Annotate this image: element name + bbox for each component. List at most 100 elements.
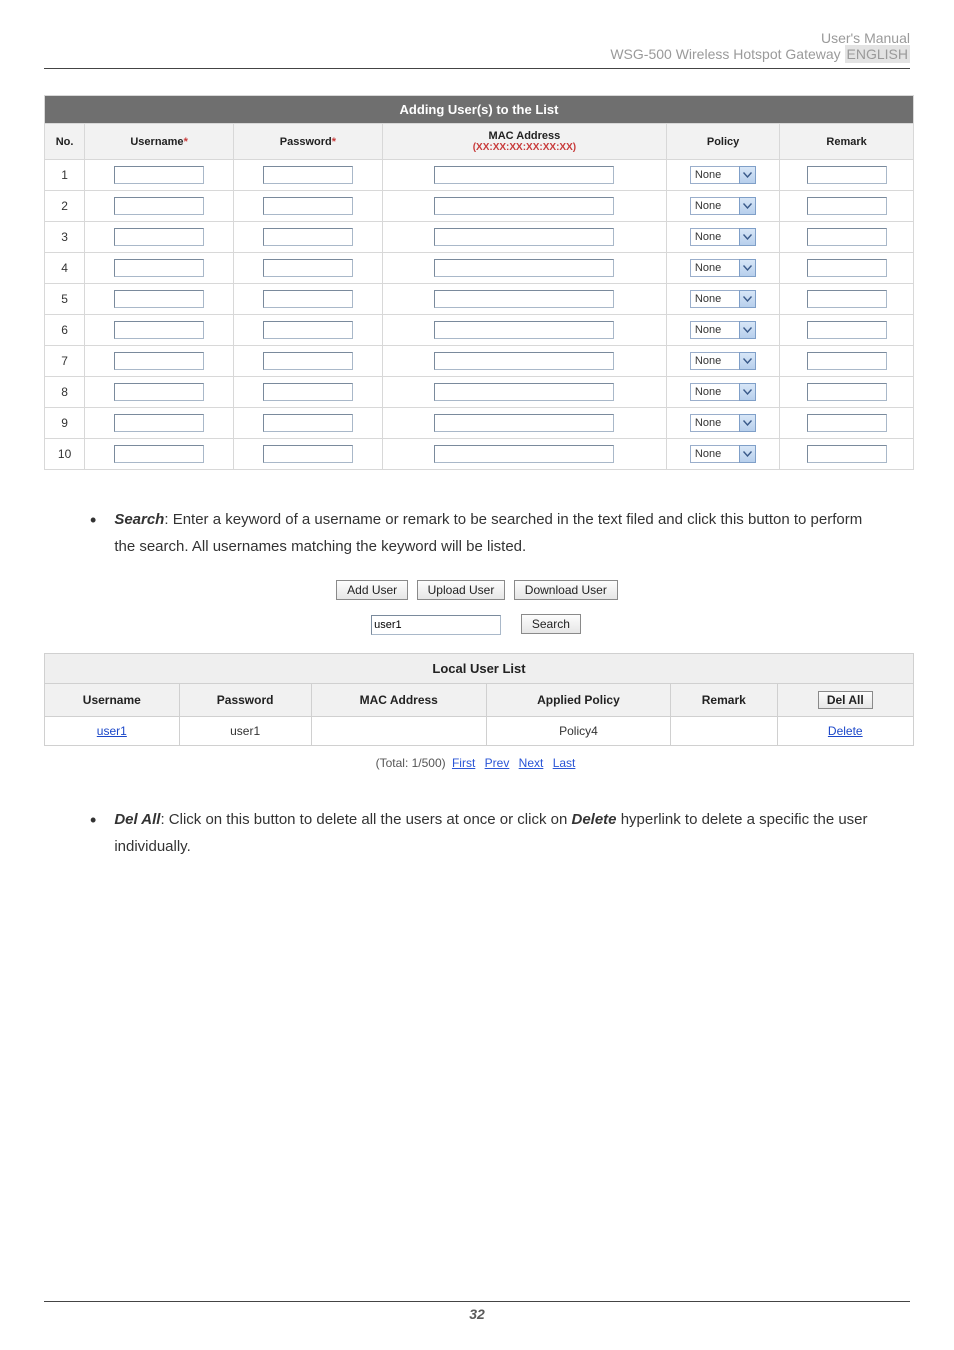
policy-select[interactable]: None (690, 259, 756, 277)
required-asterisk: * (332, 136, 336, 148)
remark-input[interactable] (807, 414, 887, 432)
username-input[interactable] (114, 290, 204, 308)
header-divider (44, 68, 910, 69)
mac-input[interactable] (434, 414, 614, 432)
col2-mac: MAC Address (311, 684, 486, 717)
policy-select-value: None (690, 259, 739, 277)
remark-input[interactable] (807, 321, 887, 339)
remark-input[interactable] (807, 228, 887, 246)
password-input[interactable] (263, 166, 353, 184)
remark-input[interactable] (807, 352, 887, 370)
page-header: User's Manual WSG-500 Wireless Hotspot G… (44, 30, 910, 62)
policy-select-value: None (690, 197, 739, 215)
chevron-down-icon (739, 352, 756, 370)
table-row: 8 None (45, 377, 914, 408)
policy-select-value: None (690, 414, 739, 432)
mac-input[interactable] (434, 166, 614, 184)
search-description: • Search: Enter a keyword of a username … (44, 506, 910, 560)
remark-input[interactable] (807, 290, 887, 308)
password-input[interactable] (263, 445, 353, 463)
password-input[interactable] (263, 352, 353, 370)
chevron-down-icon (739, 414, 756, 432)
pagination-row: (Total: 1/500) First Prev Next Last (44, 756, 910, 770)
password-input[interactable] (263, 290, 353, 308)
mac-input[interactable] (434, 197, 614, 215)
table-row: 4None (45, 253, 914, 284)
row-no: 9 (45, 408, 85, 439)
table-row: 1 None (45, 160, 914, 191)
row-no: 6 (45, 315, 85, 346)
page-prev-link[interactable]: Prev (485, 756, 510, 770)
policy-select-value: None (690, 290, 739, 308)
remark-input[interactable] (807, 166, 887, 184)
policy-select[interactable]: None (690, 321, 756, 339)
header-line1: User's Manual (44, 30, 910, 46)
mac-input[interactable] (434, 445, 614, 463)
remark-input[interactable] (807, 445, 887, 463)
mac-input[interactable] (434, 383, 614, 401)
mac-input[interactable] (434, 228, 614, 246)
username-input[interactable] (114, 166, 204, 184)
policy-select[interactable]: None (690, 290, 756, 308)
username-input[interactable] (114, 259, 204, 277)
chevron-down-icon (739, 290, 756, 308)
page-number: 32 (469, 1306, 485, 1322)
col-no: No. (45, 124, 85, 160)
table2-title: Local User List (45, 654, 914, 684)
remark-input[interactable] (807, 383, 887, 401)
search-row: Search (44, 614, 910, 635)
password-input[interactable] (263, 414, 353, 432)
table2-header-row: Username Password MAC Address Applied Po… (45, 684, 914, 717)
row-no: 1 (45, 160, 85, 191)
mac-input[interactable] (434, 259, 614, 277)
policy-select[interactable]: None (690, 414, 756, 432)
search-button[interactable]: Search (521, 614, 581, 634)
password-input[interactable] (263, 383, 353, 401)
password-input[interactable] (263, 197, 353, 215)
row-no: 8 (45, 377, 85, 408)
policy-select[interactable]: None (690, 352, 756, 370)
mac-input[interactable] (434, 290, 614, 308)
username-input[interactable] (114, 445, 204, 463)
username-input[interactable] (114, 228, 204, 246)
page-last-link[interactable]: Last (553, 756, 576, 770)
password-input[interactable] (263, 321, 353, 339)
col-username: Username* (85, 124, 234, 160)
username-input[interactable] (114, 321, 204, 339)
table-row: 3 None (45, 222, 914, 253)
row-no: 5 (45, 284, 85, 315)
chevron-down-icon (739, 445, 756, 463)
policy-select-value: None (690, 166, 739, 184)
policy-select[interactable]: None (690, 197, 756, 215)
username-input[interactable] (114, 414, 204, 432)
mac-input[interactable] (434, 352, 614, 370)
policy-select[interactable]: None (690, 228, 756, 246)
page-first-link[interactable]: First (452, 756, 475, 770)
page-next-link[interactable]: Next (519, 756, 544, 770)
username-input[interactable] (114, 383, 204, 401)
remark-input[interactable] (807, 197, 887, 215)
delete-link[interactable]: Delete (828, 724, 863, 738)
download-user-button[interactable]: Download User (514, 580, 618, 600)
bullet-icon: • (90, 806, 96, 860)
add-user-button[interactable]: Add User (336, 580, 408, 600)
username-input[interactable] (114, 197, 204, 215)
local-user-list-table: Local User List Username Password MAC Ad… (44, 653, 914, 746)
policy-select[interactable]: None (690, 383, 756, 401)
action-button-row: Add User Upload User Download User (44, 580, 910, 600)
search-input[interactable] (371, 615, 501, 635)
password-input[interactable] (263, 228, 353, 246)
upload-user-button[interactable]: Upload User (417, 580, 506, 600)
col-password: Password* (234, 124, 383, 160)
username-link[interactable]: user1 (97, 724, 127, 738)
row-no: 3 (45, 222, 85, 253)
del-all-button[interactable]: Del All (818, 691, 873, 709)
policy-select[interactable]: None (690, 445, 756, 463)
remark-input[interactable] (807, 259, 887, 277)
mac-input[interactable] (434, 321, 614, 339)
username-input[interactable] (114, 352, 204, 370)
policy-select[interactable]: None (690, 166, 756, 184)
row-no: 10 (45, 439, 85, 470)
password-input[interactable] (263, 259, 353, 277)
col-mac: MAC Address(XX:XX:XX:XX:XX:XX) (382, 124, 666, 160)
